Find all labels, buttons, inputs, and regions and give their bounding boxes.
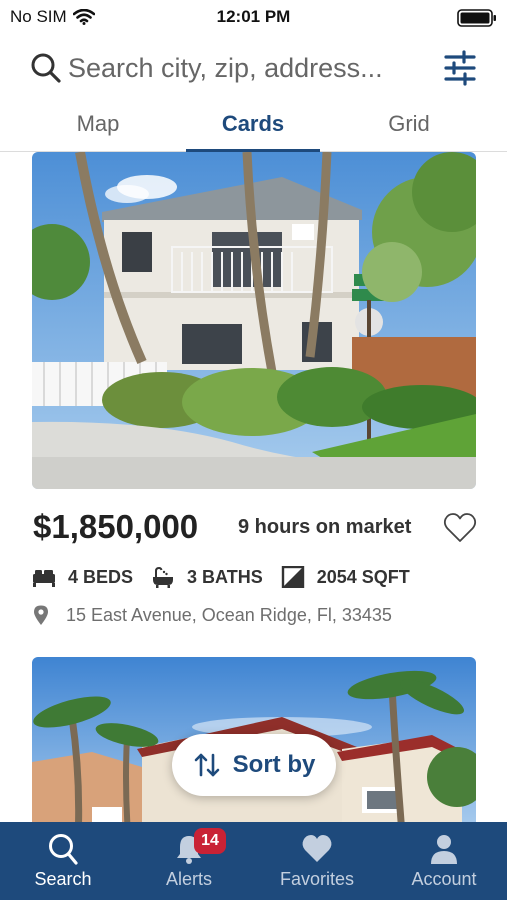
tab-cards[interactable]: Cards bbox=[186, 100, 320, 152]
nav-alerts-label: Alerts bbox=[165, 869, 212, 889]
sort-button[interactable]: Sort by bbox=[172, 734, 336, 796]
address-text: 15 East Avenue, Ocean Ridge, Fl, 33435 bbox=[66, 604, 392, 625]
beds-count: 4 BEDS bbox=[68, 566, 134, 587]
sort-label: Sort by bbox=[232, 751, 316, 778]
alerts-badge: 14 bbox=[194, 828, 226, 854]
listing-photo[interactable] bbox=[32, 152, 476, 489]
sqft-value: 2054 SQFT bbox=[316, 566, 410, 587]
search-icon bbox=[49, 834, 78, 865]
person-icon bbox=[431, 835, 457, 864]
search-icon bbox=[31, 53, 61, 83]
nav-alerts[interactable]: 14 Alerts bbox=[126, 822, 252, 900]
location-pin-icon bbox=[34, 605, 48, 625]
status-bar: No SIM 12:01 PM bbox=[0, 0, 507, 36]
status-clock: 12:01 PM bbox=[216, 7, 291, 26]
nav-favorites-label: Favorites bbox=[279, 869, 355, 889]
favorite-heart-icon[interactable] bbox=[443, 512, 477, 544]
search-input[interactable] bbox=[68, 48, 428, 88]
sort-arrows-icon bbox=[194, 753, 219, 777]
listing-feed[interactable]: $1,850,000 9 hours on market 4 BEDS 3 BA… bbox=[0, 152, 507, 822]
nav-search[interactable]: Search bbox=[0, 822, 126, 900]
nav-account[interactable]: Account bbox=[381, 822, 507, 900]
view-tabs: Map Cards Grid bbox=[0, 100, 507, 152]
listing-specs: 4 BEDS 3 BATHS 2054 SQFT bbox=[32, 562, 428, 592]
baths-count: 3 BATHS bbox=[187, 566, 263, 587]
nav-account-label: Account bbox=[411, 869, 477, 889]
listing-market-time: 9 hours on market bbox=[238, 516, 412, 538]
search-bar bbox=[0, 44, 507, 92]
heart-icon bbox=[302, 835, 332, 862]
bottom-nav: Search 14 Alerts Favorites Account bbox=[0, 822, 507, 900]
filter-icon[interactable] bbox=[440, 49, 480, 87]
bathtub-icon bbox=[153, 566, 174, 588]
square-footage-icon bbox=[281, 566, 304, 588]
nav-favorites[interactable]: Favorites bbox=[254, 822, 380, 900]
listing-price: $1,850,000 bbox=[33, 508, 199, 545]
battery-icon bbox=[457, 9, 496, 27]
listing-address: 15 East Avenue, Ocean Ridge, Fl, 33435 bbox=[32, 602, 392, 628]
tab-map[interactable]: Map bbox=[35, 100, 161, 152]
tab-grid[interactable]: Grid bbox=[346, 100, 472, 152]
nav-search-label: Search bbox=[34, 869, 92, 889]
bed-icon bbox=[33, 570, 55, 587]
